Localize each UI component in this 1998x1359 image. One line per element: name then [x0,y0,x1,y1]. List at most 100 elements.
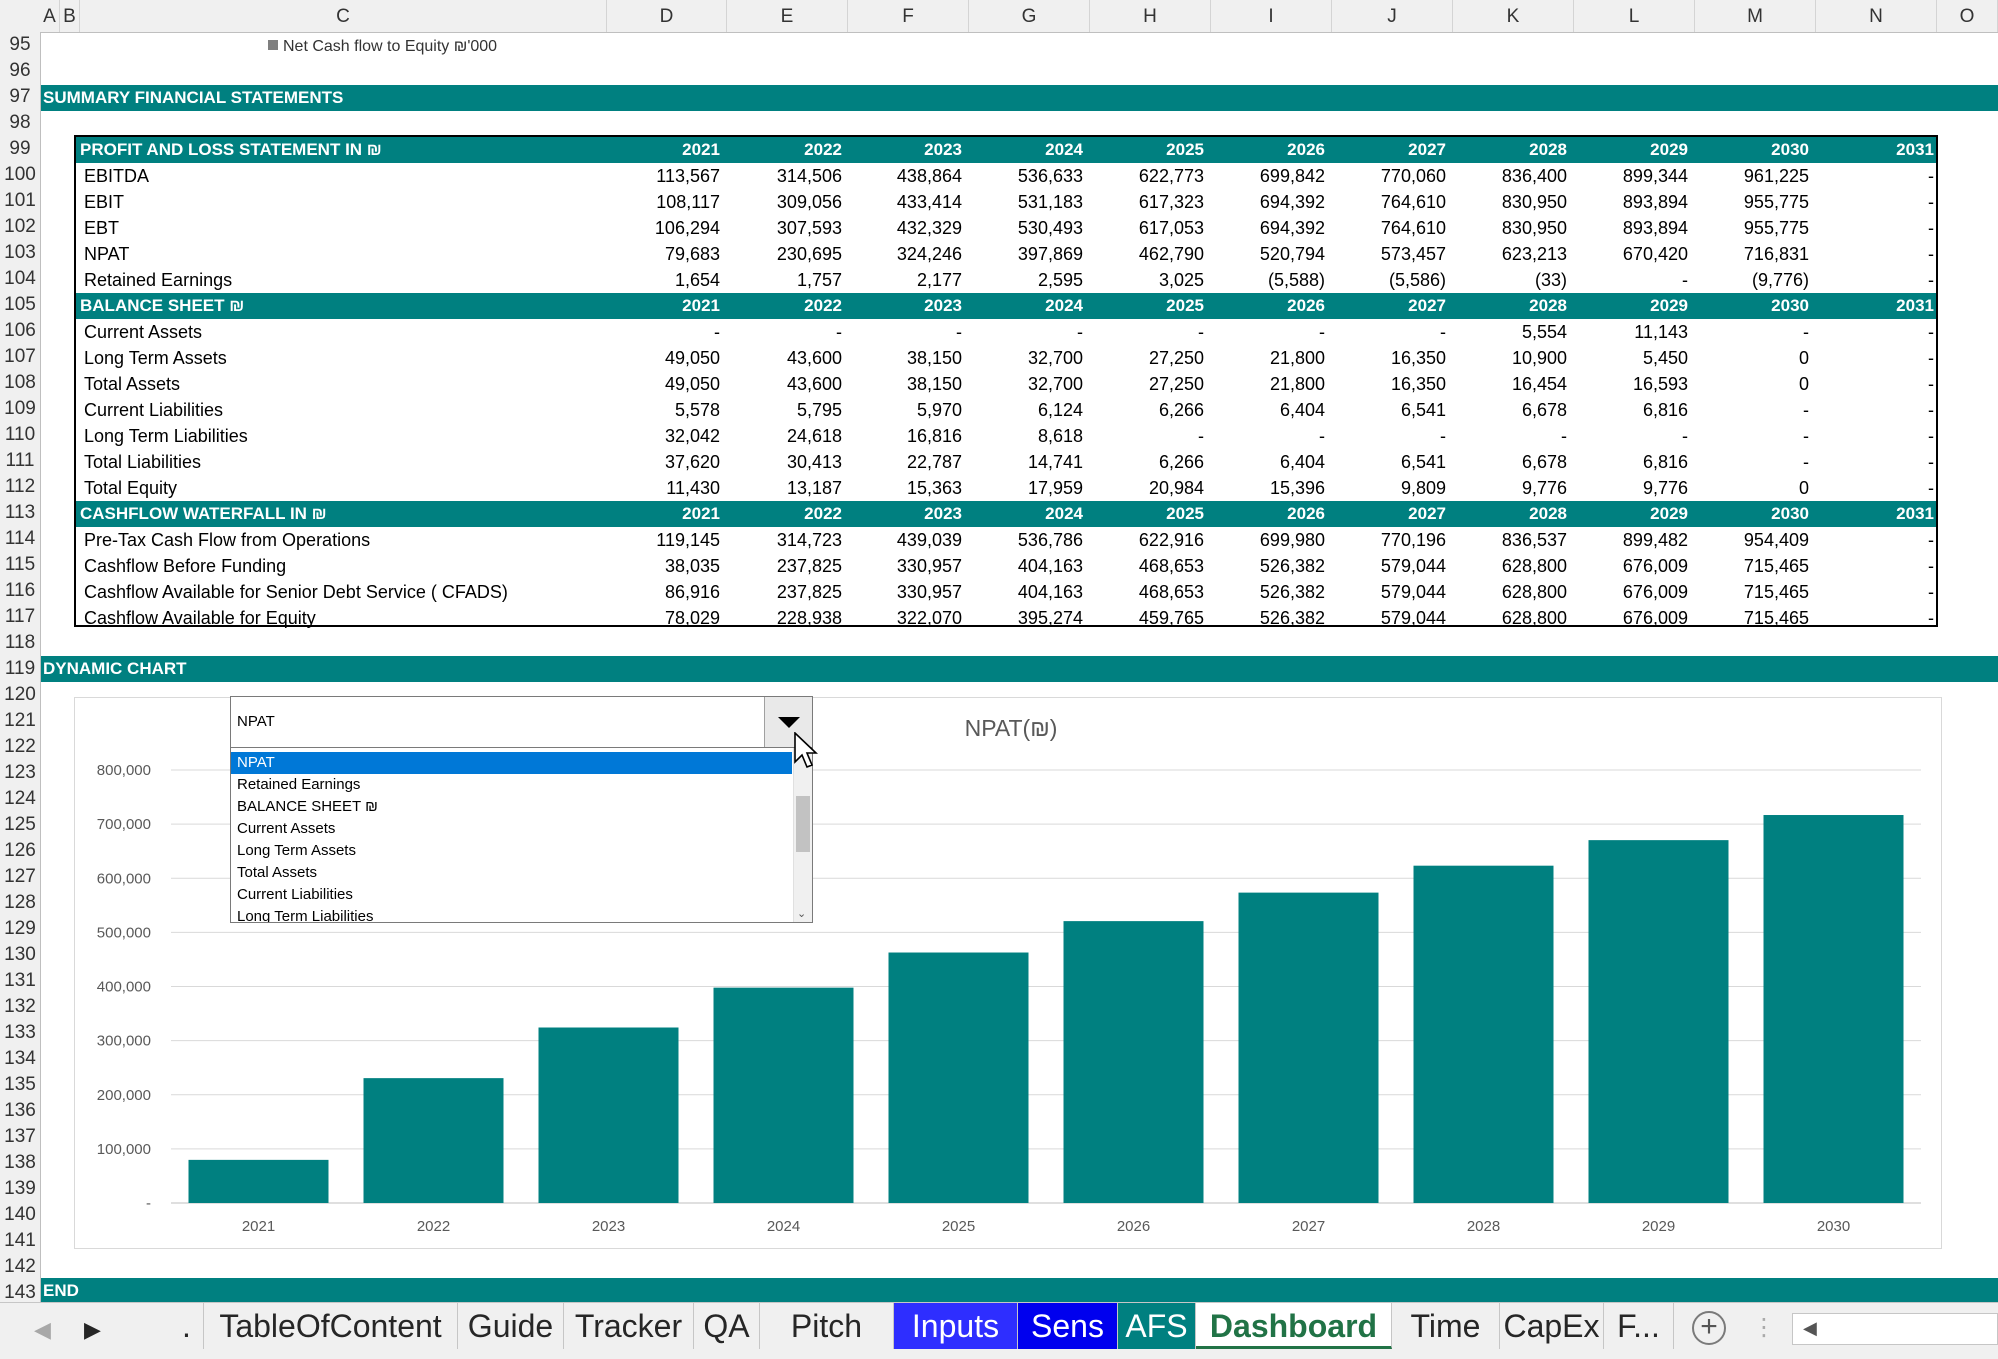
table-cell[interactable]: 30,413 [732,449,842,475]
sheet-tab-pitch[interactable]: Pitch [760,1303,894,1349]
row-header-139[interactable]: 139 [0,1176,40,1202]
dropdown-option[interactable]: Retained Earnings [231,774,792,796]
row-header-137[interactable]: 137 [0,1124,40,1150]
dropdown-options-list[interactable]: ⌄ NPAT Retained Earnings BALANCE SHEET ₪ Cu… [230,747,813,923]
column-header-e[interactable]: E [727,0,848,32]
row-header-100[interactable]: 100 [0,162,40,188]
table-cell[interactable]: 9,776 [1578,475,1688,501]
table-cell[interactable]: - [1699,319,1809,345]
sheet-tab-tracker[interactable]: Tracker [564,1303,694,1349]
dropdown-option[interactable]: Current Assets [231,818,792,840]
row-header-120[interactable]: 120 [0,682,40,708]
table-cell[interactable]: 622,773 [1094,163,1204,189]
table-cell[interactable]: 32,700 [973,345,1083,371]
table-cell[interactable]: 468,653 [1094,553,1204,579]
table-cell[interactable]: 16,816 [852,423,962,449]
sheet-tab-f[interactable]: F... [1604,1303,1674,1349]
row-header-125[interactable]: 125 [0,812,40,838]
table-cell[interactable]: 670,420 [1578,241,1688,267]
row-header-98[interactable]: 98 [0,110,40,136]
table-cell[interactable]: 6,404 [1215,449,1325,475]
table-cell[interactable]: 9,809 [1336,475,1446,501]
table-cell[interactable]: 676,009 [1578,605,1688,631]
table-cell[interactable]: 43,600 [732,345,842,371]
table-cell[interactable]: 8,618 [973,423,1083,449]
table-cell[interactable]: 79,683 [610,241,720,267]
table-cell[interactable]: 43,600 [732,371,842,397]
table-cell[interactable]: - [1824,579,1934,605]
table-row[interactable]: Pre-Tax Cash Flow from Operations 119,145… [76,527,1936,553]
table-cell[interactable]: 108,117 [610,189,720,215]
row-header-113[interactable]: 113 [0,500,40,526]
table-cell[interactable]: 16,593 [1578,371,1688,397]
row-header-115[interactable]: 115 [0,552,40,578]
table-cell[interactable]: - [1824,345,1934,371]
sheet-tab-qa[interactable]: QA [694,1303,760,1349]
table-cell[interactable]: - [1824,189,1934,215]
table-row[interactable]: Retained Earnings 1,654 1,757 2,177 2,595 3,0… [76,267,1936,293]
column-header-g[interactable]: G [969,0,1090,32]
table-cell[interactable]: 954,409 [1699,527,1809,553]
table-cell[interactable]: 579,044 [1336,553,1446,579]
table-cell[interactable]: 836,400 [1457,163,1567,189]
table-cell[interactable]: 6,816 [1578,449,1688,475]
table-cell[interactable]: 1,757 [732,267,842,293]
row-header-141[interactable]: 141 [0,1228,40,1254]
table-cell[interactable]: - [1578,267,1688,293]
table-cell[interactable]: 694,392 [1215,215,1325,241]
table-cell[interactable]: - [1336,423,1446,449]
table-cell[interactable]: 16,454 [1457,371,1567,397]
table-cell[interactable]: 6,678 [1457,397,1567,423]
tab-split-handle-icon[interactable]: ⋮ [1752,1313,1776,1342]
table-cell[interactable]: 38,150 [852,345,962,371]
row-header-130[interactable]: 130 [0,942,40,968]
table-cell[interactable]: 520,794 [1215,241,1325,267]
table-cell[interactable]: 24,618 [732,423,842,449]
table-cell[interactable]: 309,056 [732,189,842,215]
table-cell[interactable]: 0 [1699,345,1809,371]
table-row[interactable]: EBITDA 113,567 314,506 438,864 536,633 622,77… [76,163,1936,189]
row-header-99[interactable]: 99 [0,136,40,162]
table-cell[interactable]: - [1824,163,1934,189]
table-cell[interactable]: - [1824,267,1934,293]
table-cell[interactable]: 676,009 [1578,579,1688,605]
table-cell[interactable]: 531,183 [973,189,1083,215]
row-header-127[interactable]: 127 [0,864,40,890]
row-header-121[interactable]: 121 [0,708,40,734]
tab-scroll-right-icon[interactable]: ▶ [84,1317,101,1343]
row-header-104[interactable]: 104 [0,266,40,292]
table-row[interactable]: NPAT 79,683 230,695 324,246 397,869 462,790 52… [76,241,1936,267]
dropdown-option[interactable]: Long Term Assets [231,840,792,862]
table-cell[interactable]: - [1215,319,1325,345]
sheet-tab-dot[interactable]: . [170,1303,204,1349]
column-header-k[interactable]: K [1453,0,1574,32]
row-header-140[interactable]: 140 [0,1202,40,1228]
table-cell[interactable]: - [1578,423,1688,449]
table-cell[interactable]: 433,414 [852,189,962,215]
column-header-b[interactable]: B [60,0,80,32]
row-header-131[interactable]: 131 [0,968,40,994]
table-cell[interactable]: 432,329 [852,215,962,241]
dropdown-scrollbar[interactable]: ⌄ [793,748,812,922]
row-header-107[interactable]: 107 [0,344,40,370]
table-cell[interactable]: 459,765 [1094,605,1204,631]
row-header-110[interactable]: 110 [0,422,40,448]
table-row[interactable]: Total Assets 49,050 43,600 38,150 32,700 27,2… [76,371,1936,397]
table-cell[interactable]: 893,894 [1578,189,1688,215]
table-cell[interactable]: - [973,319,1083,345]
table-cell[interactable]: 5,578 [610,397,720,423]
table-cell[interactable]: 322,070 [852,605,962,631]
row-header-116[interactable]: 116 [0,578,40,604]
column-header-d[interactable]: D [607,0,727,32]
row-header-97[interactable]: 97 [0,84,40,110]
table-cell[interactable]: 526,382 [1215,579,1325,605]
table-cell[interactable]: - [1824,475,1934,501]
table-cell[interactable]: 579,044 [1336,579,1446,605]
table-cell[interactable]: 404,163 [973,553,1083,579]
row-header-136[interactable]: 136 [0,1098,40,1124]
add-sheet-icon[interactable]: + [1692,1311,1726,1345]
table-cell[interactable]: 17,959 [973,475,1083,501]
sheet-tab-sens[interactable]: Sens [1018,1303,1118,1349]
table-cell[interactable]: 330,957 [852,579,962,605]
table-cell[interactable]: 5,795 [732,397,842,423]
